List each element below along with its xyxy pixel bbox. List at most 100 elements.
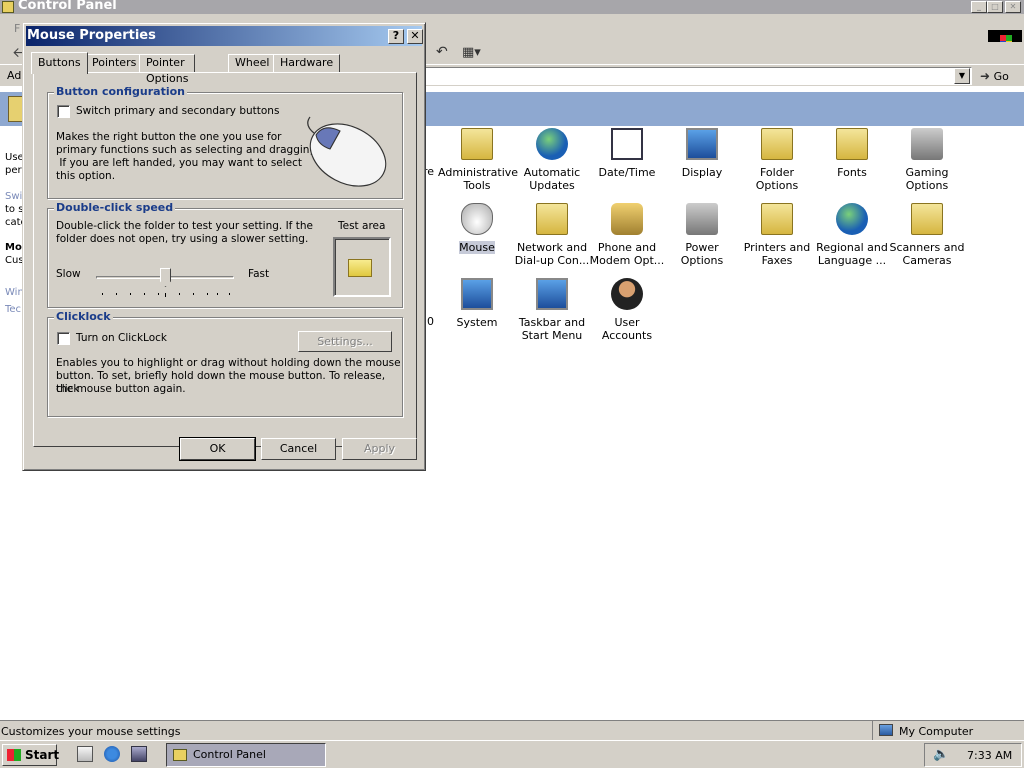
ok-button[interactable]: OK: [179, 437, 256, 461]
button-config-desc: primary functions such as selecting and …: [56, 144, 320, 156]
menu-file[interactable]: F: [14, 22, 20, 35]
group-legend: Clicklock: [54, 310, 113, 323]
button-config-desc: If you are left handed, you may want to …: [56, 157, 303, 169]
gaming-options-icon: [911, 128, 943, 160]
control-panel-icon: [173, 749, 187, 761]
tab-buttons[interactable]: Buttons: [31, 52, 88, 74]
slow-label: Slow: [56, 268, 81, 280]
folder-options-icon: [761, 128, 793, 160]
close-button[interactable]: ✕: [1005, 1, 1021, 13]
cp-item-label: Folder Options: [755, 166, 799, 192]
slider-tick: [144, 293, 145, 295]
internet-explorer-icon[interactable]: [104, 746, 120, 762]
cp-item-display[interactable]: Display: [663, 128, 741, 179]
tab-hardware[interactable]: Hardware: [273, 54, 341, 73]
switch-buttons-checkbox[interactable]: [57, 105, 70, 118]
apply-button[interactable]: Apply: [342, 438, 417, 460]
slider-tick: [116, 293, 117, 295]
media-player-icon[interactable]: [131, 746, 147, 762]
system-icon: [461, 278, 493, 310]
tab-wheel[interactable]: Wheel: [228, 54, 277, 73]
double-click-desc: folder does not open, try using a slower…: [56, 233, 309, 245]
left-pane-heading: Mo: [5, 242, 22, 253]
cp-item-label: Power Options: [680, 241, 724, 267]
cp-item-date-time[interactable]: Date/Time: [588, 128, 666, 179]
clicklock-checkbox[interactable]: [57, 332, 70, 345]
undo-icon[interactable]: ↶: [436, 44, 448, 60]
dialog-title: Mouse Properties: [27, 28, 156, 43]
cp-item-user-accounts[interactable]: User Accounts: [588, 278, 666, 342]
maximize-button[interactable]: □: [987, 1, 1003, 13]
cp-item-system[interactable]: System: [438, 278, 516, 329]
settings-button[interactable]: Settings...: [298, 331, 392, 352]
cp-item-mouse[interactable]: Mouse: [438, 203, 516, 254]
left-pane-link[interactable]: Tec: [5, 304, 21, 315]
close-button[interactable]: ✕: [407, 29, 423, 44]
double-click-speed-group: Double-click speed Double-click the fold…: [47, 201, 403, 308]
date-time-icon: [611, 128, 643, 160]
slider-tick: [229, 293, 230, 295]
cp-item-network[interactable]: Network and Dial-up Con...: [513, 203, 591, 267]
cp-item-label: Mouse: [459, 241, 495, 254]
status-bar: Customizes your mouse settings My Comput…: [0, 720, 1024, 740]
double-click-desc: Double-click the folder to test your set…: [56, 220, 313, 232]
clicklock-group: Clicklock Turn on ClickLock Settings... …: [47, 310, 403, 417]
my-computer-icon: [879, 724, 893, 736]
start-button[interactable]: Start: [2, 744, 59, 766]
show-desktop-icon[interactable]: [77, 746, 93, 762]
cp-item-label: Date/Time: [598, 166, 656, 179]
control-panel-titlebar[interactable]: Control Panel _ □ ✕: [0, 0, 1024, 14]
dialog-titlebar[interactable]: Mouse Properties ? ✕: [26, 26, 423, 46]
task-label: Control Panel: [193, 748, 266, 761]
clock[interactable]: 7:33 AM: [967, 749, 1012, 762]
left-pane-link[interactable]: Win: [5, 287, 24, 298]
views-icon[interactable]: ▦▾: [462, 45, 481, 60]
printers-faxes-icon: [761, 203, 793, 235]
cp-item-gaming-options[interactable]: Gaming Options: [888, 128, 966, 192]
left-pane-text: to s: [5, 204, 24, 215]
mouse-properties-dialog: Mouse Properties ? ✕ Buttons Pointers Po…: [22, 22, 426, 471]
left-pane-text: Cus: [5, 255, 24, 266]
cp-item-label: Phone and Modem Opt...: [589, 241, 665, 267]
cp-item-fonts[interactable]: Fonts: [813, 128, 891, 179]
cp-item-regional[interactable]: Regional and Language ...: [813, 203, 891, 267]
cp-item-label: Printers and Faxes: [743, 241, 811, 267]
address-input[interactable]: [420, 67, 972, 85]
tab-pointer-options[interactable]: Pointer Options: [139, 54, 196, 85]
go-button[interactable]: ➜ Go: [980, 67, 1020, 85]
cp-item-scanners[interactable]: Scanners and Cameras: [888, 203, 966, 267]
slider-tick: [102, 293, 103, 295]
folder-icon[interactable]: [348, 259, 372, 277]
address-dropdown-button[interactable]: ▼: [954, 68, 970, 84]
cp-item-folder-options[interactable]: Folder Options: [738, 128, 816, 192]
cp-item-label: Gaming Options: [905, 166, 949, 192]
control-panel-icon: [2, 1, 14, 13]
switch-buttons-label[interactable]: Switch primary and secondary buttons: [76, 105, 279, 118]
cp-item-administrative-tools[interactable]: Administrative Tools: [438, 128, 518, 192]
button-config-desc: Makes the right button the one you use f…: [56, 131, 282, 143]
cancel-button[interactable]: Cancel: [261, 438, 336, 460]
system-tray: 🔈 7:33 AM: [924, 743, 1022, 767]
cp-item-phone-modem[interactable]: Phone and Modem Opt...: [588, 203, 666, 267]
phone-modem-icon: [611, 203, 643, 235]
left-pane-text: Use: [5, 152, 24, 163]
cp-item-printers-faxes[interactable]: Printers and Faxes: [738, 203, 816, 267]
cp-item-label: User Accounts: [601, 316, 653, 342]
clicklock-label[interactable]: Turn on ClickLock: [76, 332, 167, 345]
left-pane-text: per: [5, 165, 22, 176]
volume-icon[interactable]: 🔈: [933, 747, 949, 762]
taskbar-button-control-panel[interactable]: Control Panel: [166, 743, 326, 767]
cp-item-taskbar[interactable]: Taskbar and Start Menu: [513, 278, 591, 342]
minimize-button[interactable]: _: [971, 1, 987, 13]
slider-tick: [217, 293, 218, 295]
speed-slider-thumb[interactable]: [160, 268, 171, 287]
cp-item-power-options[interactable]: Power Options: [663, 203, 741, 267]
cp-item-label: Scanners and Cameras: [889, 241, 965, 267]
left-pane-link[interactable]: Swi: [5, 191, 22, 202]
test-area[interactable]: [333, 237, 391, 297]
tab-pointers[interactable]: Pointers: [85, 54, 144, 73]
cp-item-automatic-updates[interactable]: Automatic Updates: [513, 128, 591, 192]
group-legend: Button configuration: [54, 85, 187, 98]
cp-item-label: Taskbar and Start Menu: [518, 316, 586, 342]
help-button[interactable]: ?: [388, 29, 404, 44]
